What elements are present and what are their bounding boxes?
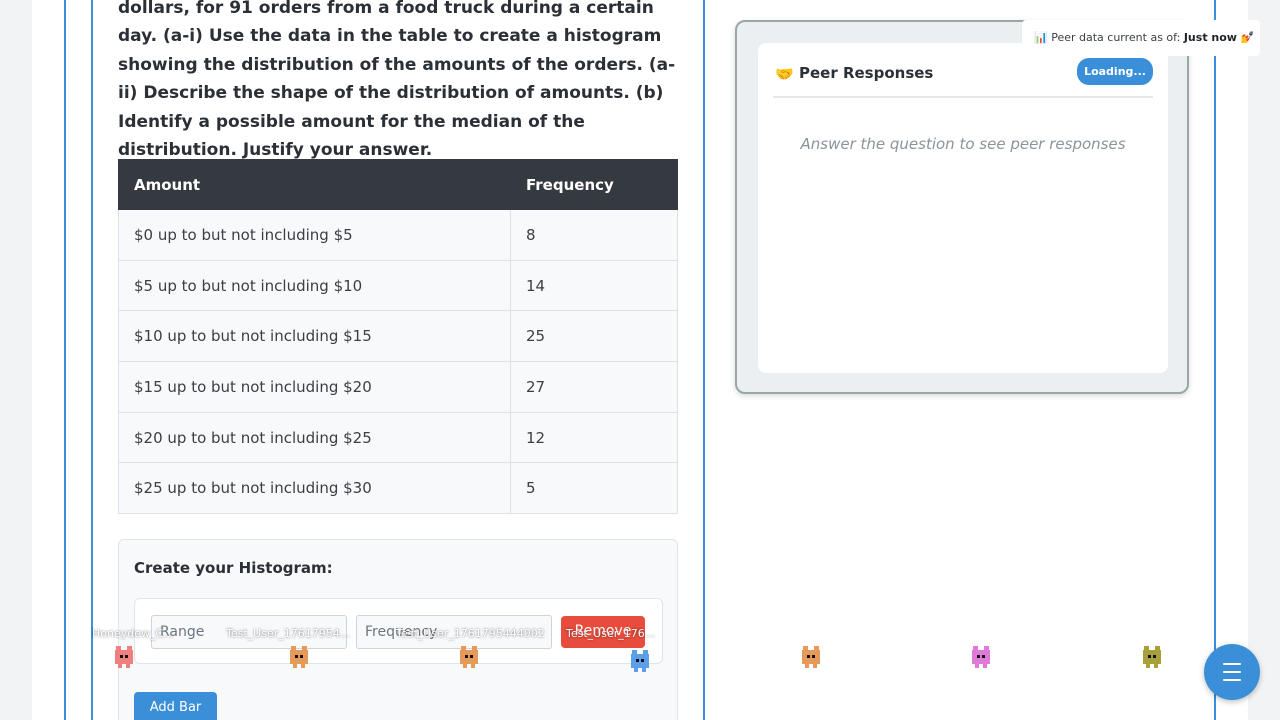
cell-frequency: 25 xyxy=(510,310,678,363)
menu-fab-button[interactable] xyxy=(1204,644,1260,700)
peer-data-status: 📊 Peer data current as of: Just now 💅 xyxy=(1022,20,1260,56)
nail-polish-icon: 💅 xyxy=(1240,31,1255,44)
header-frequency: Frequency xyxy=(510,159,678,210)
frequency-input[interactable]: Frequency xyxy=(356,615,552,649)
header-amount: Amount xyxy=(118,159,511,210)
cell-amount: $0 up to but not including $5 xyxy=(118,209,511,261)
histogram-title: Create your Histogram: xyxy=(134,559,333,577)
status-time: Just now xyxy=(1183,31,1237,44)
question-text: dollars, for 91 orders from a food truck… xyxy=(118,0,676,161)
handshake-icon: 🤝 xyxy=(775,65,794,83)
peer-responses-title: Peer Responses xyxy=(799,64,934,82)
status-prefix: Peer data current as of: xyxy=(1051,31,1181,44)
histogram-builder: Create your Histogram: Range Frequency R… xyxy=(118,539,678,720)
frequency-table: Amount Frequency $0 up to but not includ… xyxy=(118,159,678,515)
table-row: $0 up to but not including $5 8 xyxy=(118,209,678,261)
table-header-row: Amount Frequency xyxy=(118,159,678,210)
peer-responses-header: 🤝 Peer Responses Loading... xyxy=(773,58,1153,98)
cell-amount: $10 up to but not including $15 xyxy=(118,310,511,363)
cell-amount: $15 up to but not including $20 xyxy=(118,361,511,413)
remove-bar-button[interactable]: Remove xyxy=(561,616,645,648)
peer-empty-message: Answer the question to see peer response… xyxy=(800,135,1126,153)
cell-frequency: 27 xyxy=(510,361,678,413)
cell-frequency: 8 xyxy=(510,209,678,261)
table-row: $5 up to but not including $10 14 xyxy=(118,259,678,312)
table-row: $20 up to but not including $25 12 xyxy=(118,411,678,464)
histogram-bar-row: Range Frequency Remove xyxy=(134,598,663,664)
table-row: $10 up to but not including $15 25 xyxy=(118,310,678,363)
loading-badge: Loading... xyxy=(1077,58,1153,85)
range-input[interactable]: Range xyxy=(151,615,347,649)
chart-icon: 📊 xyxy=(1034,31,1048,44)
cell-amount: $5 up to but not including $10 xyxy=(118,259,511,312)
cell-frequency: 5 xyxy=(510,462,678,515)
add-bar-button[interactable]: Add Bar xyxy=(134,692,217,720)
cell-frequency: 12 xyxy=(510,411,678,464)
peer-responses-inner: 🤝 Peer Responses Loading... Answer the q… xyxy=(758,43,1168,373)
cell-frequency: 14 xyxy=(510,259,678,312)
cell-amount: $25 up to but not including $30 xyxy=(118,462,511,515)
peer-responses-card: 🤝 Peer Responses Loading... Answer the q… xyxy=(735,20,1189,394)
cell-amount: $20 up to but not including $25 xyxy=(118,411,511,464)
table-row: $25 up to but not including $30 5 xyxy=(118,462,678,515)
table-row: $15 up to but not including $20 27 xyxy=(118,361,678,413)
